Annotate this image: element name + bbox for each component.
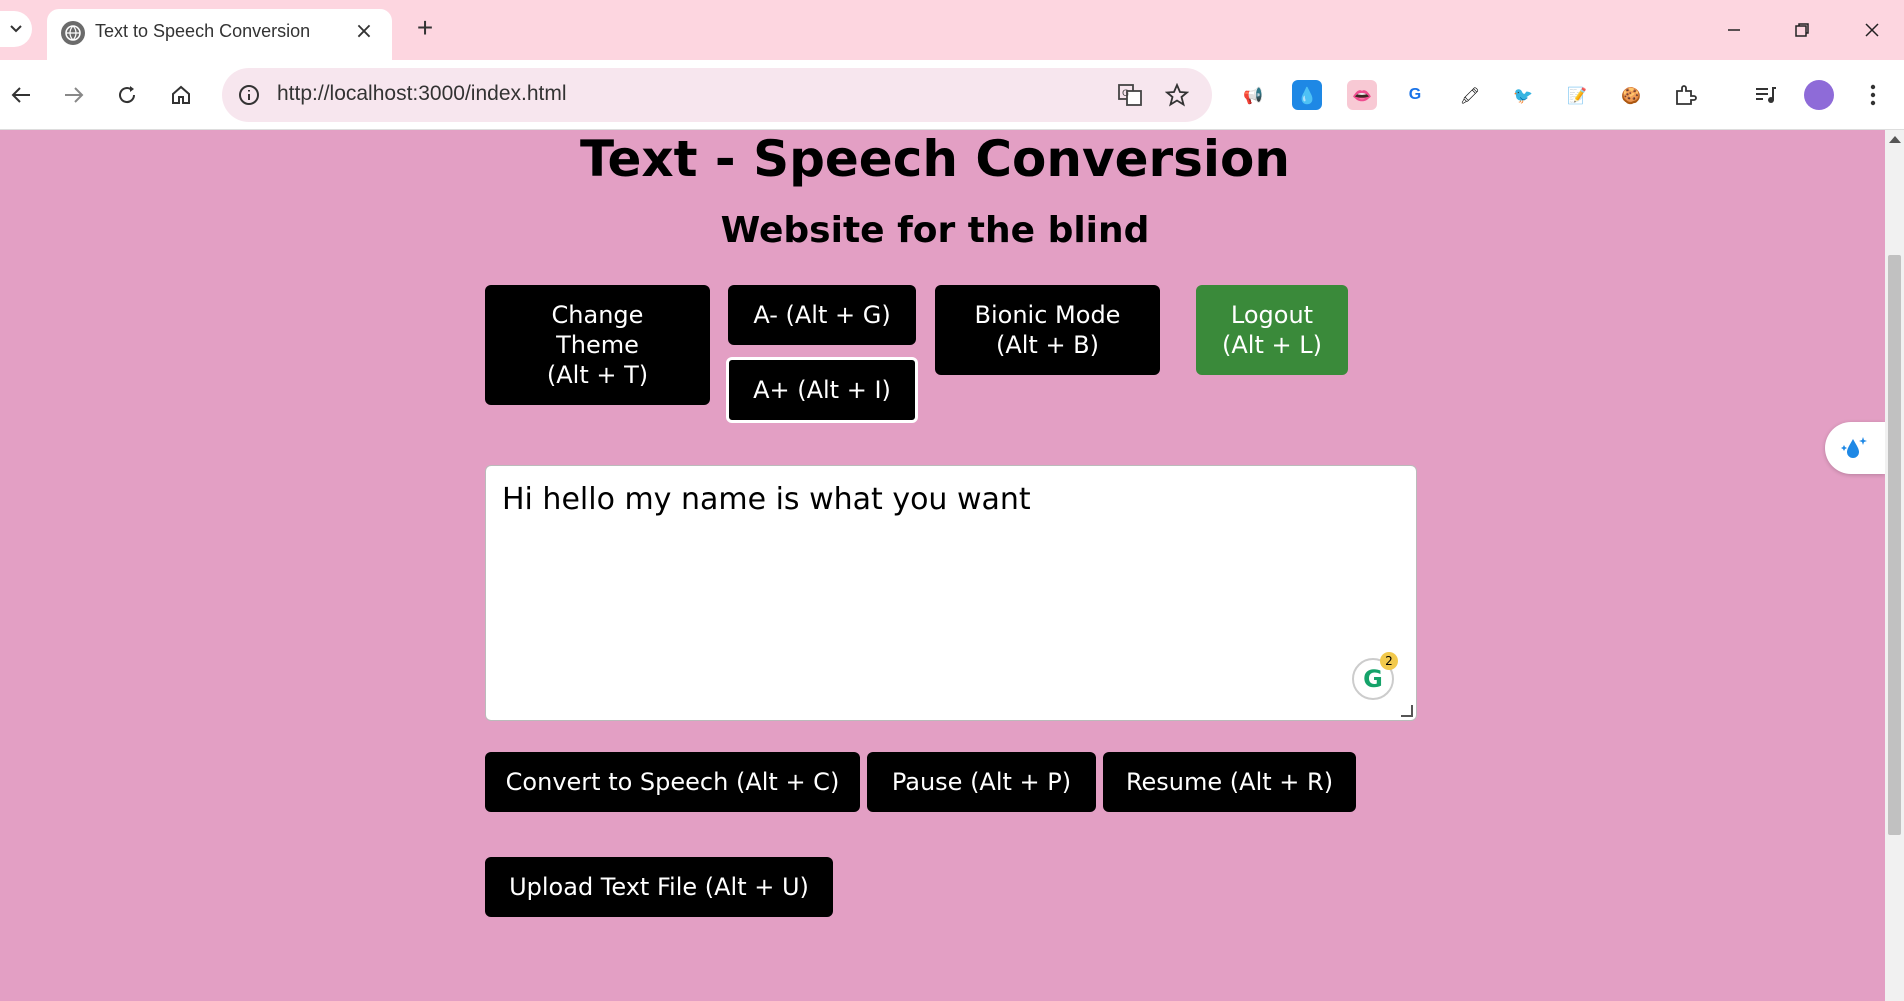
restore-button[interactable] — [1782, 12, 1822, 48]
media-queue-icon[interactable] — [1750, 80, 1780, 110]
font-increase-button[interactable]: A+ (Alt + I) — [726, 357, 918, 423]
scrollbar-thumb[interactable] — [1888, 255, 1901, 835]
bionic-mode-line-1: Bionic Mode — [974, 301, 1121, 329]
bionic-mode-button[interactable]: Bionic Mode (Alt + B) — [935, 285, 1160, 375]
cookie-extension-icon[interactable]: 🍪 — [1616, 80, 1646, 110]
profile-avatar[interactable] — [1804, 80, 1834, 110]
font-decrease-button[interactable]: A- (Alt + G) — [728, 285, 916, 345]
arrow-right-icon — [65, 87, 84, 103]
upload-text-file-button[interactable]: Upload Text File (Alt + U) — [485, 857, 833, 917]
chevron-down-icon — [10, 25, 22, 33]
url-text[interactable]: http://localhost:3000/index.html — [277, 82, 567, 106]
reload-button[interactable] — [108, 76, 146, 114]
home-button[interactable] — [162, 76, 200, 114]
resume-button[interactable]: Resume (Alt + R) — [1103, 752, 1356, 812]
bird-extension-icon[interactable]: 🐦 — [1508, 80, 1538, 110]
page-subtitle: Website for the blind — [720, 210, 1150, 251]
side-assistant-widget[interactable] — [1825, 422, 1885, 474]
bionic-mode-line-2: (Alt + B) — [995, 331, 1100, 359]
tab-title: Text to Speech Conversion — [95, 21, 311, 41]
highlighter-extension-icon[interactable]: 🖍 — [1455, 80, 1485, 110]
restore-icon — [1795, 23, 1809, 37]
change-theme-line-1: Change — [551, 301, 644, 329]
browser-tab-bar: Text to Speech Conversion × + — [0, 0, 1904, 60]
change-theme-line-2: Theme — [556, 331, 639, 359]
arrow-left-icon — [11, 87, 30, 103]
active-tab[interactable]: Text to Speech Conversion × — [47, 9, 392, 60]
page-title: Text - Speech Conversion — [579, 130, 1290, 188]
translate-icon[interactable]: G — [1115, 80, 1145, 110]
svg-text:G: G — [1122, 89, 1129, 99]
change-theme-button[interactable]: Change Theme (Alt + T) — [485, 285, 710, 405]
pause-button[interactable]: Pause (Alt + P) — [867, 752, 1096, 812]
logout-line-2: (Alt + L) — [1222, 331, 1322, 359]
globe-icon — [61, 21, 85, 45]
lips-extension-icon[interactable]: 👄 — [1347, 80, 1377, 110]
puzzle-extensions-icon[interactable] — [1670, 80, 1700, 110]
logout-button[interactable]: Logout (Alt + L) — [1196, 285, 1348, 375]
resize-handle-icon[interactable] — [1401, 705, 1413, 717]
minimize-button[interactable] — [1714, 12, 1754, 48]
logout-line-1: Logout — [1230, 301, 1314, 329]
notes-extension-icon[interactable]: 📝 — [1562, 80, 1592, 110]
site-info-icon[interactable] — [234, 80, 264, 110]
close-icon — [1865, 23, 1879, 37]
home-icon — [172, 85, 190, 104]
sparkle-drop-icon — [1841, 437, 1867, 458]
change-theme-line-3: (Alt + T) — [546, 361, 649, 389]
minimize-icon — [1728, 29, 1740, 31]
new-tab-button[interactable]: + — [410, 12, 440, 43]
page-content: Text - Speech Conversion Website for the… — [0, 130, 1885, 1001]
kebab-menu-icon[interactable] — [1858, 80, 1888, 110]
water-drop-extension-icon[interactable]: 💧 — [1292, 80, 1322, 110]
text-input-value[interactable]: Hi hello my name is what you want — [502, 482, 1031, 517]
forward-button[interactable] — [55, 76, 93, 114]
bookmark-star-icon[interactable] — [1162, 80, 1192, 110]
grammarly-count-badge: 2 — [1380, 652, 1398, 670]
tab-search-button[interactable] — [0, 11, 32, 47]
google-translate-extension-icon[interactable]: G — [1400, 80, 1430, 110]
page-scrollbar[interactable] — [1885, 130, 1904, 1001]
text-input-area[interactable]: Hi hello my name is what you want G 2 — [485, 465, 1417, 721]
reload-icon — [119, 86, 136, 104]
back-button[interactable] — [2, 76, 40, 114]
address-bar[interactable]: http://localhost:3000/index.html G — [222, 68, 1212, 122]
close-window-button[interactable] — [1852, 12, 1892, 48]
scroll-up-arrow-icon[interactable] — [1889, 136, 1901, 143]
close-tab-icon[interactable]: × — [350, 17, 378, 45]
megaphone-extension-icon[interactable]: 📢 — [1238, 80, 1268, 110]
browser-toolbar: http://localhost:3000/index.html G 📢 💧 👄… — [0, 60, 1904, 130]
convert-to-speech-button[interactable]: Convert to Speech (Alt + C) — [485, 752, 860, 812]
